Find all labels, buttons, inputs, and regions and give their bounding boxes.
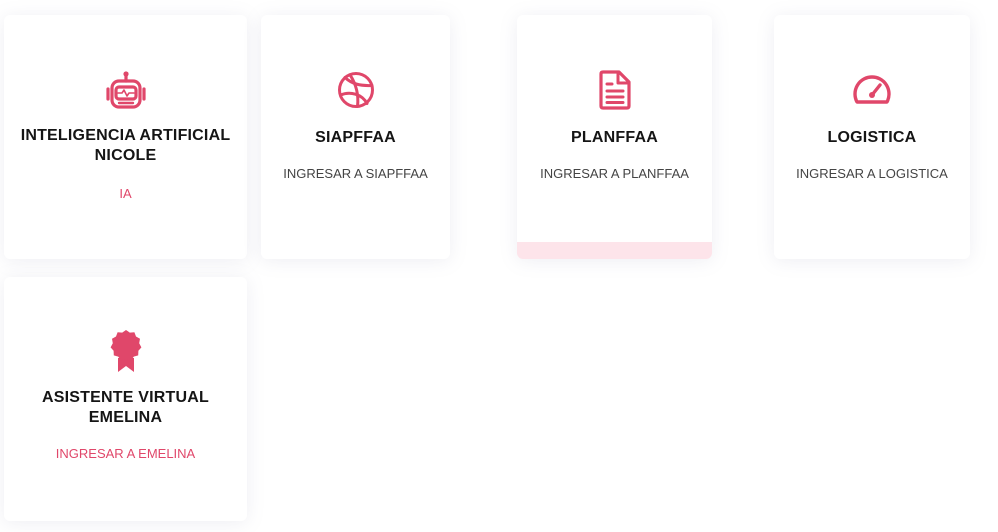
card-title: INTELIGENCIA ARTIFICIAL NICOLE (20, 127, 231, 164)
card-hover-bar (517, 242, 712, 259)
speedometer-icon (850, 68, 894, 112)
card-link[interactable]: INGRESAR A LOGISTICA (778, 166, 966, 182)
card-logistica[interactable]: LOGISTICA INGRESAR A LOGISTICA (774, 15, 970, 259)
card-link[interactable]: INGRESAR A PLANFFAA (521, 166, 708, 182)
card-inteligencia-artificial-nicole[interactable]: INTELIGENCIA ARTIFICIAL NICOLE IA (4, 15, 247, 259)
card-planffaa[interactable]: PLANFFAA INGRESAR A PLANFFAA (517, 15, 712, 259)
card-link[interactable]: IA (8, 186, 243, 202)
document-icon (593, 68, 637, 112)
service-cards-grid: INTELIGENCIA ARTIFICIAL NICOLE IA SIAPFF… (0, 0, 998, 532)
card-link[interactable]: INGRESAR A SIAPFFAA (265, 166, 446, 182)
robot-icon (104, 70, 148, 114)
award-badge-icon (104, 329, 148, 373)
card-siapffaa[interactable]: SIAPFFAA INGRESAR A SIAPFFAA (261, 15, 450, 259)
card-title: LOGISTICA (827, 129, 917, 146)
card-title: SIAPFFAA (315, 129, 396, 146)
card-title: ASISTENTE VIRTUAL EMELINA (42, 389, 209, 426)
card-asistente-virtual-emelina[interactable]: ASISTENTE VIRTUAL EMELINA INGRESAR A EME… (4, 277, 247, 521)
card-title: PLANFFAA (571, 129, 658, 146)
card-link[interactable]: INGRESAR A EMELINA (8, 446, 243, 462)
basketball-icon (334, 68, 378, 112)
